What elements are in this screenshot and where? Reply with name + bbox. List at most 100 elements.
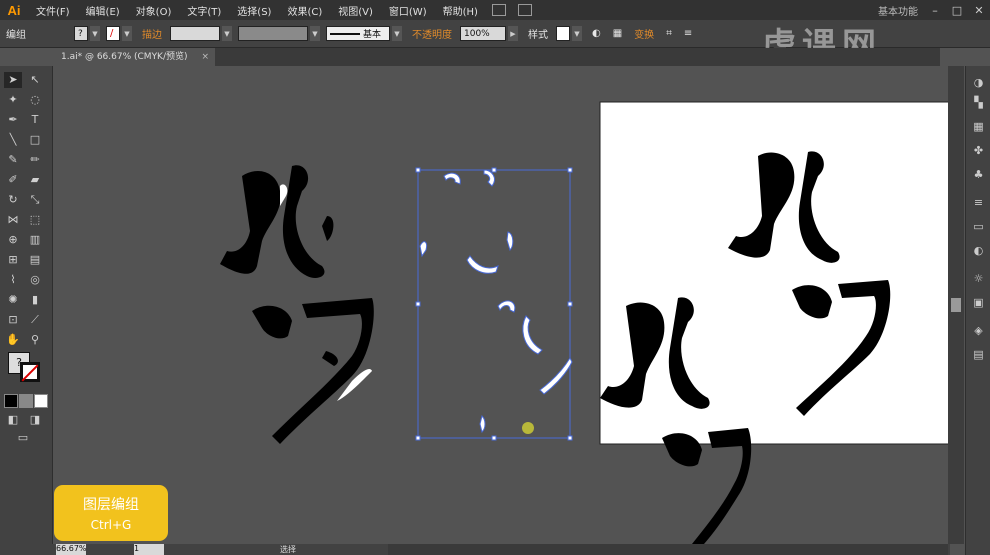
swatches-panel-icon[interactable]: ▦ [971,120,986,134]
opacity-label[interactable]: 不透明度 [406,26,458,41]
lasso-tool-icon[interactable]: ◌ [26,92,44,108]
bridge-icon[interactable] [491,4,506,16]
fill-stroke-control[interactable]: ? [8,352,44,392]
gradient-mode-icon[interactable] [19,394,33,408]
menu-view[interactable]: 视图(V) [330,3,381,18]
chevron-down-icon[interactable]: ▼ [310,26,320,41]
variable-width-profile[interactable] [238,26,308,41]
gradient-tool-icon[interactable]: ▤ [26,252,44,268]
pen-tool-icon[interactable]: ✒ [4,112,22,128]
hand-tool-icon[interactable]: ✋ [4,332,22,348]
highlight-strokes-group[interactable] [419,169,573,433]
symbols-panel-icon[interactable]: ♣ [971,168,986,182]
screen-mode-icon[interactable]: ▭ [14,430,32,446]
shape-builder-tool-icon[interactable]: ⊕ [4,232,22,248]
transparency-panel-icon[interactable]: ◐ [971,244,986,258]
eyedropper-tool-icon[interactable]: ⌇ [4,272,22,288]
transform-link[interactable]: 变换 [628,26,660,41]
rectangle-tool-icon[interactable]: □ [26,132,44,148]
blend-tool-icon[interactable]: ◎ [26,272,44,288]
recolor-icon[interactable]: ◐ [586,28,607,39]
menu-type[interactable]: 文字(T) [179,3,229,18]
isolate-icon[interactable]: ⌗ [660,28,678,39]
artboard-number-field[interactable]: 1 [134,544,164,555]
brush-definition-field[interactable]: 基本 [326,26,390,41]
zoom-field[interactable]: 66.67% [56,544,87,555]
eraser-tool-icon[interactable]: ▰ [26,172,44,188]
blob-brush-tool-icon[interactable]: ✐ [4,172,22,188]
chevron-down-icon[interactable]: ▼ [222,26,232,41]
layers-panel-icon[interactable]: ◈ [971,324,986,338]
color-guide-icon[interactable]: ▚ [971,96,986,110]
gradient-panel-icon[interactable]: ▭ [971,220,986,234]
slice-tool-icon[interactable]: ⟋ [26,312,44,328]
width-tool-icon[interactable]: ⋈ [4,212,22,228]
shortcut-keys: Ctrl+G [90,518,132,532]
direct-selection-tool-icon[interactable]: ↖ [26,72,44,88]
document-tab[interactable]: 1.ai* @ 66.67% (CMYK/预览) × [55,48,215,66]
type-tool-icon[interactable]: T [26,112,44,128]
brushes-panel-icon[interactable]: ✤ [971,144,986,158]
draw-behind-icon[interactable]: ◨ [26,412,44,428]
menu-edit[interactable]: 编辑(E) [78,3,128,18]
perspective-grid-tool-icon[interactable]: ▥ [26,232,44,248]
scrollbar-thumb[interactable] [951,298,961,312]
menu-file[interactable]: 文件(F) [28,3,78,18]
chevron-down-icon[interactable]: ▼ [572,26,582,41]
stroke-swatch[interactable]: / [106,26,120,41]
horizontal-scrollbar[interactable] [388,544,948,555]
menu-window[interactable]: 窗口(W) [381,3,435,18]
appearance-panel-icon[interactable]: ☼ [971,272,986,286]
column-graph-tool-icon[interactable]: ▮ [26,292,44,308]
draw-mode-icon[interactable]: ◧ [4,412,22,428]
workspace-switcher[interactable]: 基本功能 [872,3,924,18]
zoom-tool-icon[interactable]: ⚲ [26,332,44,348]
current-tool-label: 选择 [280,545,296,554]
shortcut-badge: 图层编组 Ctrl+G [54,485,168,541]
left-artwork-group[interactable] [220,165,374,444]
menu-help[interactable]: 帮助(H) [435,3,486,18]
selection-tool-icon[interactable]: ➤ [4,72,22,88]
scale-tool-icon[interactable]: ⤡ [26,192,44,208]
mesh-tool-icon[interactable]: ⊞ [4,252,22,268]
menu-object[interactable]: 对象(O) [128,3,180,18]
paintbrush-tool-icon[interactable]: ✎ [4,152,22,168]
chevron-down-icon[interactable]: ▼ [90,26,100,41]
artboards-panel-icon[interactable]: ▤ [971,348,986,362]
color-panel-icon[interactable]: ◑ [971,76,986,90]
chevron-down-icon[interactable]: ▶ [508,26,518,41]
magic-wand-tool-icon[interactable]: ✦ [4,92,22,108]
maximize-button[interactable]: □ [946,4,968,17]
opacity-field[interactable]: 100% [460,26,506,41]
pencil-tool-icon[interactable]: ✏ [26,152,44,168]
vertical-scrollbar[interactable] [948,66,964,544]
chevron-down-icon[interactable]: ▼ [392,26,402,41]
selection-bounding-box[interactable] [415,167,573,441]
tools-panel: ➤ ↖ ✦ ◌ ✒ T ╲ □ ✎ ✏ ✐ ▰ ↻ ⤡ ⋈ ⬚ ⊕ ▥ ⊞ ▤ … [0,66,53,555]
arrange-documents-icon[interactable] [517,4,532,16]
panel-menu-icon[interactable]: ≡ [678,28,698,39]
none-mode-icon[interactable] [34,394,48,408]
align-grid-icon[interactable]: ▦ [607,28,628,39]
stroke-label[interactable]: 描边 [136,26,168,41]
symbol-sprayer-tool-icon[interactable]: ✺ [4,292,22,308]
stroke-weight-field[interactable] [170,26,220,41]
color-mode-icon[interactable] [4,394,18,408]
graphic-style-swatch[interactable] [556,26,570,41]
fill-swatch[interactable]: ? [74,26,88,41]
rotate-tool-icon[interactable]: ↻ [4,192,22,208]
line-tool-icon[interactable]: ╲ [4,132,22,148]
selection-mode-label: 编组 [6,30,26,41]
menu-select[interactable]: 选择(S) [229,3,279,18]
minimize-button[interactable]: – [924,4,946,17]
artboard-tool-icon[interactable]: ⊡ [4,312,22,328]
canvas[interactable] [52,66,948,544]
chevron-down-icon[interactable]: ▼ [122,26,132,41]
stroke-panel-icon[interactable]: ≡ [971,196,986,210]
close-button[interactable]: ✕ [968,4,990,17]
menu-effect[interactable]: 效果(C) [279,3,330,18]
close-icon[interactable]: × [201,48,209,66]
free-transform-tool-icon[interactable]: ⬚ [26,212,44,228]
stroke-swatch-icon[interactable] [20,362,40,382]
graphic-styles-panel-icon[interactable]: ▣ [971,296,986,310]
